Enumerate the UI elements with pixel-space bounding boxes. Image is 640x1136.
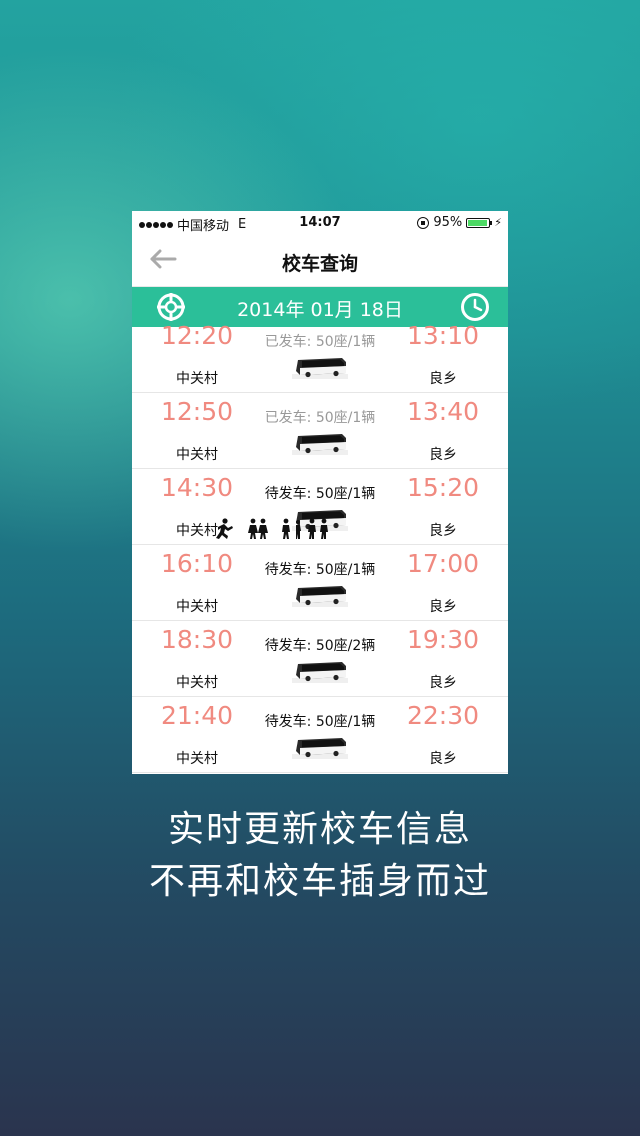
- arrive-time: 19:30: [406, 625, 480, 654]
- bus-icon: [292, 434, 348, 455]
- bus-icon: [292, 662, 348, 683]
- from-station: 中关村: [176, 371, 218, 387]
- bus-icon: [292, 358, 348, 379]
- to-station: 良乡: [429, 447, 457, 463]
- to-station: 良乡: [429, 599, 457, 615]
- status-bar: 中国移动 E 14:07 95% ⚡: [132, 211, 508, 235]
- charging-icon: ⚡: [494, 216, 502, 229]
- to-station: 良乡: [429, 751, 457, 767]
- from-station: 中关村: [176, 447, 218, 463]
- arrive-time: 17:00: [406, 549, 480, 578]
- phone-screen: 中国移动 E 14:07 95% ⚡ 校车查询 2014年 01月 18日 12…: [132, 211, 508, 774]
- arrive-time: 22:30: [406, 701, 480, 730]
- trip-list: 12:20 已发车: 50座/1辆 13:10 中关村 良乡 12:50 已发车…: [132, 321, 508, 773]
- clock-icon[interactable]: [460, 292, 490, 322]
- to-station: 良乡: [429, 675, 457, 691]
- navigation-bar: 校车查询: [132, 235, 508, 287]
- arrive-time: 13:10: [406, 321, 480, 350]
- rotation-lock-icon: [417, 216, 430, 229]
- from-station: 中关村: [176, 751, 218, 767]
- trip-row[interactable]: 12:50 已发车: 50座/1辆 13:40 中关村 良乡: [132, 393, 508, 469]
- from-station: 中关村: [176, 675, 218, 691]
- bus-icon: [292, 586, 348, 607]
- from-station: 中关村: [176, 599, 218, 615]
- to-station: 良乡: [429, 523, 457, 539]
- arrive-time: 15:20: [406, 473, 480, 502]
- trip-row[interactable]: 14:30 待发车: 50座/1辆 15:20 中关村 良乡: [132, 469, 508, 545]
- bus-icon: [292, 738, 348, 759]
- to-station: 良乡: [429, 371, 457, 387]
- trip-row[interactable]: 16:10 待发车: 50座/1辆 17:00 中关村 良乡: [132, 545, 508, 621]
- people-running-icon: [216, 518, 328, 539]
- caption-line-1: 实时更新校车信息: [167, 809, 472, 850]
- trip-row[interactable]: 12:20 已发车: 50座/1辆 13:10 中关村 良乡: [132, 321, 508, 393]
- selected-date[interactable]: 2014年 01月 18日: [132, 295, 508, 322]
- trip-row[interactable]: 21:40 待发车: 50座/1辆 22:30 中关村 良乡: [132, 697, 508, 773]
- arrive-time: 13:40: [406, 397, 480, 426]
- battery-icon: [466, 217, 493, 228]
- caption-line-2: 不再和校车插身而过: [148, 861, 491, 902]
- battery-percent: 95%: [433, 215, 463, 230]
- page-title: 校车查询: [281, 253, 358, 275]
- trip-row[interactable]: 18:30 待发车: 50座/2辆 19:30 中关村 良乡: [132, 621, 508, 697]
